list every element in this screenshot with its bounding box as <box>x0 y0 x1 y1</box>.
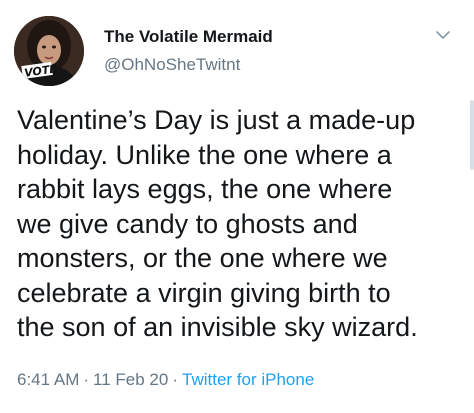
tweet-line: monsters, or the one where we <box>17 243 388 273</box>
meta-separator: · <box>83 370 90 389</box>
user-handle[interactable]: @OhNoSheTwitnt <box>104 54 273 76</box>
scrollbar[interactable] <box>470 100 474 170</box>
avatar-image: VOTE <box>14 16 84 86</box>
tweet-date[interactable]: 11 Feb 20 <box>93 370 168 389</box>
tweet-line: the son of an invisible sky wizard. <box>17 312 418 342</box>
tweet-text: Valentine’s Day is just a made-up holida… <box>17 103 467 345</box>
author-block: The Volatile Mermaid @OhNoSheTwitnt <box>104 26 273 76</box>
tweet-line: celebrate a virgin giving birth to <box>17 277 391 308</box>
tweet-time[interactable]: 6:41 AM <box>17 370 79 389</box>
chevron-down-icon[interactable] <box>434 26 452 44</box>
tweet-line: we give candy to ghosts and <box>17 208 358 239</box>
tweet-line: holiday. Unlike the one where a <box>17 139 392 170</box>
meta-separator: · <box>172 370 179 389</box>
tweet-meta: 6:41 AM · 11 Feb 20 · Twitter for iPhone <box>17 369 314 391</box>
tweet-source-link[interactable]: Twitter for iPhone <box>182 370 314 389</box>
tweet-card: VOTE The Volatile Mermaid @OhNoSheTwitnt… <box>0 0 474 413</box>
tweet-line: rabbit lays eggs, the one where <box>17 174 393 204</box>
avatar[interactable]: VOTE <box>14 16 84 86</box>
tweet-line: Valentine’s Day is just a made-up <box>17 105 416 135</box>
display-name[interactable]: The Volatile Mermaid <box>104 26 273 48</box>
